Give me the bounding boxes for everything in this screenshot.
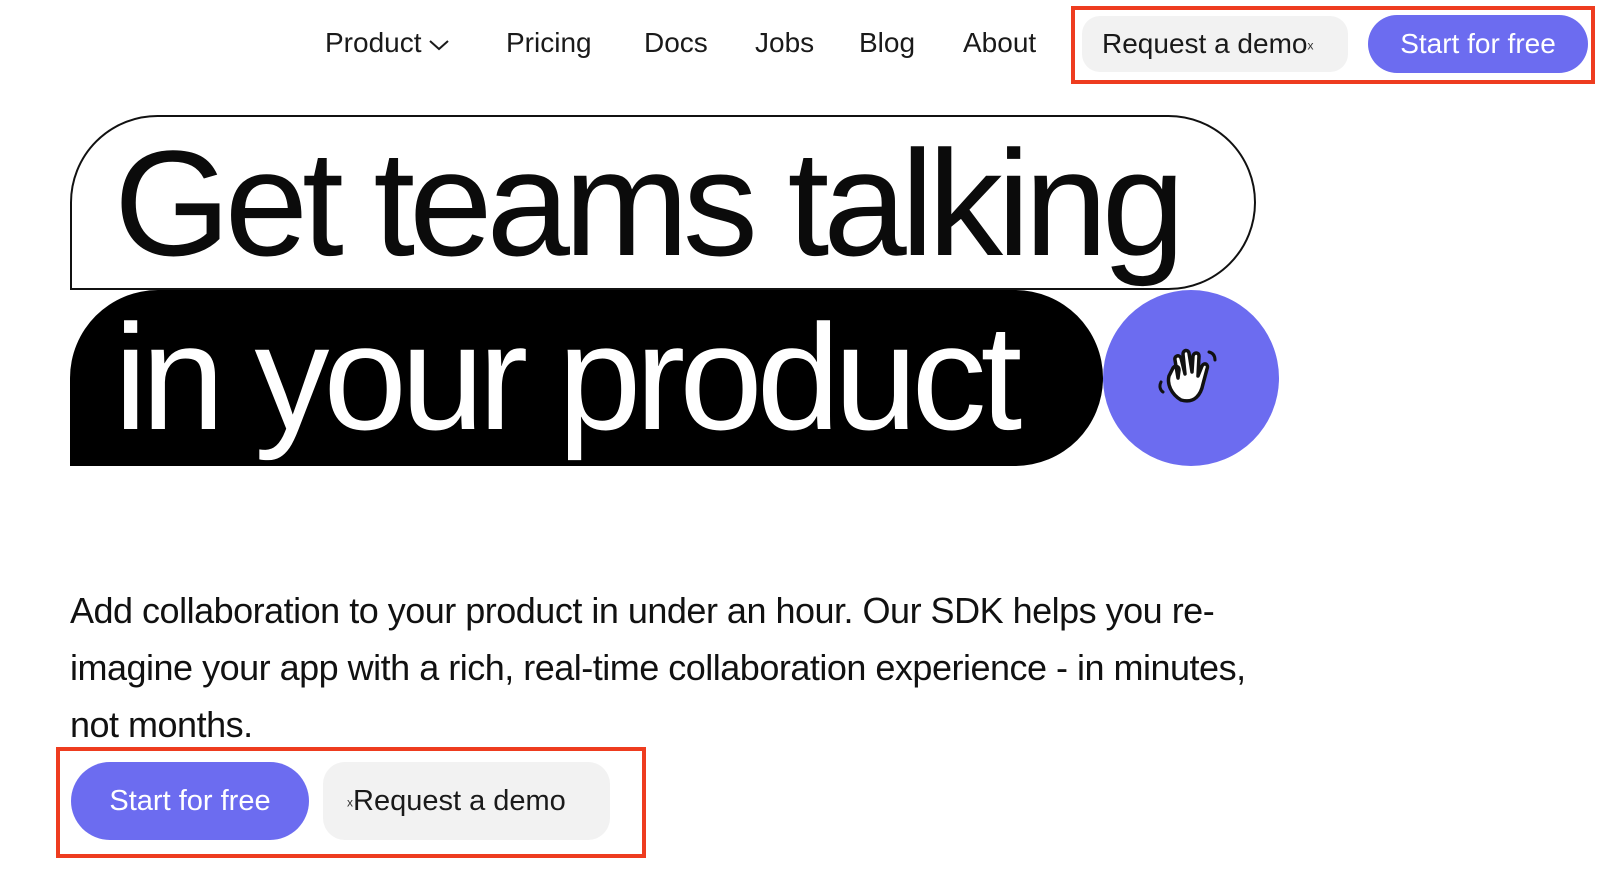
nav-item-label: Product — [325, 27, 422, 58]
nav-item-about[interactable]: About — [963, 26, 1036, 60]
headline-line-1: Get teams talking — [114, 119, 1185, 287]
nav-item-jobs[interactable]: Jobs — [755, 26, 814, 60]
highlight-box-nav-buttons — [1071, 6, 1595, 84]
chevron-down-icon — [428, 40, 449, 51]
wave-badge — [1103, 290, 1279, 466]
headline-line-2: in your product — [114, 293, 1022, 461]
waving-hand-icon — [1158, 348, 1217, 403]
landing-page: Product Pricing Docs Jobs Blog About Req… — [0, 0, 1600, 872]
nav-item-blog[interactable]: Blog — [859, 26, 915, 60]
highlight-box-cta-buttons — [56, 747, 646, 858]
nav-item-docs[interactable]: Docs — [644, 26, 708, 60]
nav-item-product[interactable]: Product — [325, 26, 450, 60]
hero-description: Add collaboration to your product in und… — [70, 590, 1246, 745]
nav-item-pricing[interactable]: Pricing — [506, 26, 592, 60]
